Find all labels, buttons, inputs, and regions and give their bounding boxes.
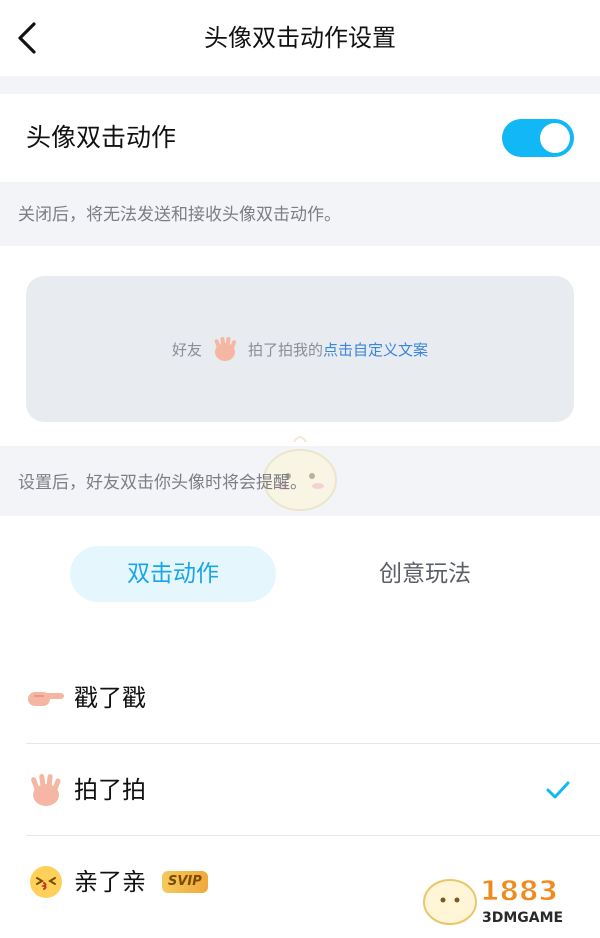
action-item-poke[interactable]: 戳了戳	[26, 652, 600, 744]
action-item-pat[interactable]: 拍了拍	[26, 744, 600, 836]
preview-card[interactable]: 好友 拍了拍我的 点击自定义文案	[26, 276, 574, 422]
checkmark-icon	[546, 781, 570, 799]
toggle-label: 头像双击动作	[26, 123, 177, 152]
preview-text: 好友 拍了拍我的 点击自定义文案	[26, 276, 574, 422]
double-tap-toggle-row: 头像双击动作	[0, 94, 600, 182]
waving-hand-icon	[31, 773, 61, 806]
preview-prefix: 好友	[171, 340, 202, 359]
kiss-face-icon	[30, 866, 62, 898]
preview-middle: 拍了拍我的	[247, 340, 323, 359]
nav-header: 头像双击动作设置	[0, 0, 600, 76]
waving-hand-icon	[214, 337, 237, 361]
action-label: 拍了拍	[74, 776, 146, 804]
double-tap-switch[interactable]	[502, 119, 574, 157]
switch-knob	[540, 123, 570, 153]
action-label: 戳了戳	[74, 684, 146, 712]
tab-double-tap-action[interactable]: 双击动作	[70, 546, 276, 602]
hint-set-text: 设置后，好友双击你头像时将会提醒。	[18, 473, 307, 493]
1883-3dmgame-watermark-logo: 1883 3DMGAME	[423, 874, 563, 926]
action-label: 亲了亲	[74, 868, 146, 896]
svg-text:3DMGAME: 3DMGAME	[482, 910, 563, 926]
pointing-hand-icon	[28, 692, 64, 706]
svip-badge: SVIP	[162, 871, 208, 893]
preview-section: 好友 拍了拍我的 点击自定义文案	[0, 246, 600, 446]
custom-text-link[interactable]: 点击自定义文案	[323, 339, 428, 360]
svg-text:1883: 1883	[480, 874, 558, 907]
page-title: 头像双击动作设置	[204, 24, 396, 52]
hint-close-text: 关闭后，将无法发送和接收头像双击动作。	[18, 205, 341, 225]
tab-creative-play[interactable]: 创意玩法	[322, 546, 528, 602]
